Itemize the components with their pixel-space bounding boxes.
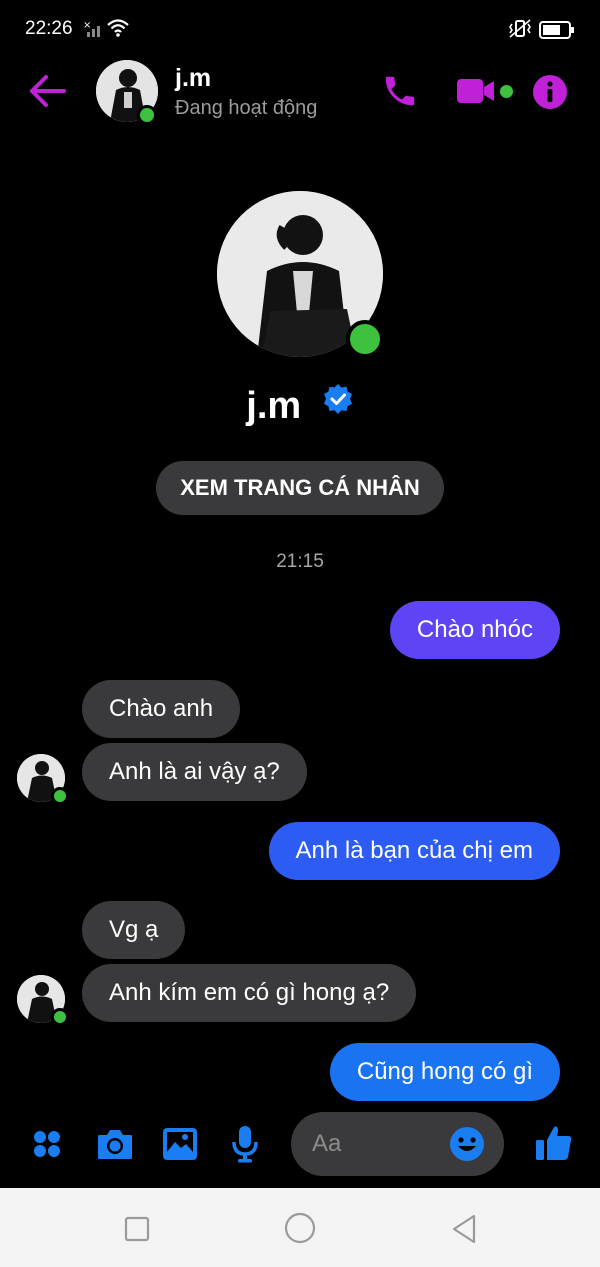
video-active-dot [500, 85, 513, 98]
message-bubble-outgoing[interactable]: Cũng hong có gì [329, 1043, 560, 1101]
info-icon[interactable] [532, 74, 568, 115]
online-indicator [51, 1008, 69, 1026]
gallery-icon[interactable] [162, 1127, 198, 1166]
message-bubble-incoming[interactable]: Vg ạ [82, 901, 186, 959]
profile-name-row: j.m [0, 382, 600, 429]
clock: 22:26 [25, 18, 73, 39]
video-call-icon[interactable] [456, 77, 496, 110]
camera-icon[interactable] [96, 1127, 134, 1166]
message-input[interactable]: Aa [291, 1112, 504, 1176]
online-indicator [51, 787, 69, 805]
home-icon[interactable] [284, 1212, 316, 1249]
message-bubble-incoming[interactable]: Anh là ai vậy ạ? [82, 743, 307, 801]
emoji-icon[interactable] [449, 1126, 485, 1167]
svg-text:×: × [83, 20, 91, 31]
vibrate-icon [507, 18, 533, 45]
profile-name: j.m [246, 385, 302, 427]
like-thumbs-up-icon[interactable] [534, 1123, 574, 1168]
message-input-placeholder: Aa [312, 1130, 342, 1157]
view-profile-button[interactable]: XEM TRANG CÁ NHÂN [156, 461, 444, 515]
battery-icon [539, 20, 575, 45]
more-apps-icon[interactable] [33, 1130, 61, 1163]
message-bubble-outgoing[interactable]: Anh là bạn của chị em [268, 822, 560, 880]
contact-name: j.m [175, 64, 212, 92]
wifi-icon [107, 18, 129, 43]
online-indicator [137, 105, 157, 125]
status-bar: 22:26 × [0, 0, 600, 60]
back-nav-icon[interactable] [450, 1214, 478, 1249]
phone-call-icon[interactable] [381, 72, 419, 115]
message-bubble-incoming[interactable]: Anh kím em có gì hong ạ? [82, 964, 417, 1022]
back-arrow-icon[interactable] [28, 74, 68, 113]
message-bubble-incoming[interactable]: Chào anh [82, 680, 241, 738]
verified-badge-icon [322, 382, 354, 425]
microphone-icon[interactable] [232, 1125, 258, 1168]
message-bubble-outgoing[interactable]: Chào nhóc [389, 601, 560, 659]
message-timestamp: 21:15 [276, 551, 324, 572]
signal-icon: × [83, 20, 103, 43]
recent-apps-icon[interactable] [124, 1216, 150, 1247]
active-status: Đang hoạt động [175, 97, 318, 119]
system-navigation-bar [0, 1188, 600, 1267]
profile-online-indicator [346, 320, 384, 358]
